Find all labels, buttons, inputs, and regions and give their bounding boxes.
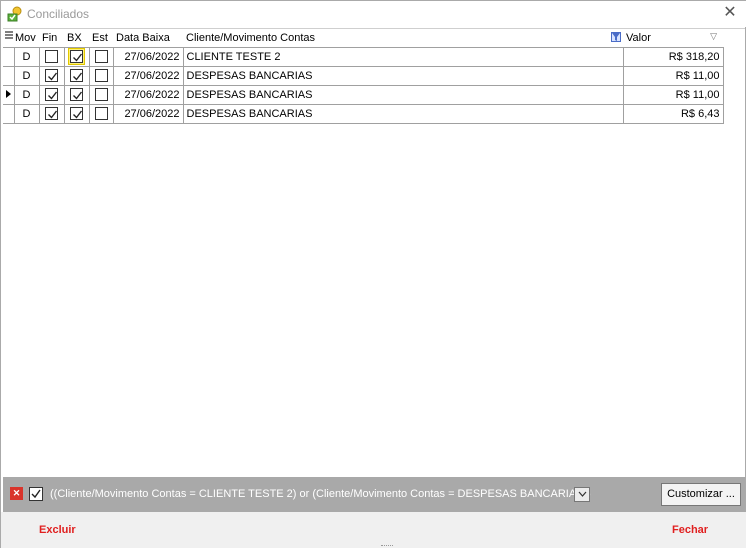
column-chooser-icon[interactable] xyxy=(3,29,14,48)
column-filter-icon[interactable] xyxy=(611,32,621,42)
results-grid[interactable]: Mov Fin BX Est Data Baixa Cliente/Movime… xyxy=(3,28,745,477)
header-row: Mov Fin BX Est Data Baixa Cliente/Movime… xyxy=(3,29,723,48)
column-header-valor-label: Valor xyxy=(626,31,651,44)
current-row-arrow-icon xyxy=(5,89,11,98)
table-row[interactable]: D 27/06/2022 DESPESAS BANCARIAS R$ 6,43 xyxy=(3,103,724,124)
title-bar: Conciliados ✕ xyxy=(1,1,746,27)
cell-data-baixa[interactable]: 27/06/2022 xyxy=(112,84,184,105)
column-header-cliente[interactable]: Cliente/Movimento Contas xyxy=(183,29,623,48)
cell-mov[interactable]: D xyxy=(13,103,40,124)
cell-est[interactable] xyxy=(88,46,114,67)
fin-checkbox[interactable] xyxy=(45,88,58,101)
close-icon[interactable]: ✕ xyxy=(721,4,739,22)
column-header-fin[interactable]: Fin xyxy=(39,29,64,48)
filter-bar: ✕ ((Cliente/Movimento Contas = CLIENTE T… xyxy=(3,477,745,512)
cell-est[interactable] xyxy=(88,84,114,105)
fin-checkbox[interactable] xyxy=(45,69,58,82)
cell-valor[interactable]: R$ 11,00 xyxy=(622,65,724,86)
window-title: Conciliados xyxy=(27,7,90,21)
cell-valor[interactable]: R$ 11,00 xyxy=(622,84,724,105)
cell-data-baixa[interactable]: 27/06/2022 xyxy=(112,46,184,67)
cell-data-baixa[interactable]: 27/06/2022 xyxy=(112,103,184,124)
cell-cliente[interactable]: DESPESAS BANCARIAS xyxy=(182,103,624,124)
cell-fin[interactable] xyxy=(38,46,65,67)
filter-history-dropdown-icon[interactable] xyxy=(574,487,590,502)
cell-bx[interactable] xyxy=(63,103,90,124)
table-row[interactable]: D 27/06/2022 DESPESAS BANCARIAS R$ 11,00 xyxy=(3,84,724,105)
column-header-data-baixa[interactable]: Data Baixa xyxy=(113,29,183,48)
focused-cell-highlight xyxy=(68,48,85,65)
row-indicator[interactable] xyxy=(3,46,15,67)
fin-checkbox[interactable] xyxy=(45,50,58,63)
row-indicator[interactable] xyxy=(3,84,15,105)
excluir-button[interactable]: Excluir xyxy=(39,524,76,536)
cell-fin[interactable] xyxy=(38,103,65,124)
cell-data-baixa[interactable]: 27/06/2022 xyxy=(112,65,184,86)
column-header-valor[interactable]: Valor ▽ xyxy=(623,29,723,48)
bx-checkbox[interactable] xyxy=(70,50,83,63)
row-indicator[interactable] xyxy=(3,103,15,124)
footer-bar: Excluir Fechar xyxy=(1,512,746,548)
cell-bx[interactable] xyxy=(63,84,90,105)
bx-checkbox[interactable] xyxy=(70,88,83,101)
cell-fin[interactable] xyxy=(38,65,65,86)
column-header-est[interactable]: Est xyxy=(89,29,113,48)
est-checkbox[interactable] xyxy=(94,69,108,82)
column-header-mov[interactable]: Mov xyxy=(14,29,39,48)
customize-filter-button[interactable]: Customizar ... xyxy=(661,483,741,506)
cell-est[interactable] xyxy=(88,103,114,124)
column-header-cliente-label: Cliente/Movimento Contas xyxy=(186,31,316,44)
filter-expression[interactable]: ((Cliente/Movimento Contas = CLIENTE TES… xyxy=(50,488,591,500)
est-checkbox[interactable] xyxy=(94,88,108,101)
est-checkbox[interactable] xyxy=(94,107,108,120)
cell-bx[interactable] xyxy=(63,46,90,67)
filter-enabled-checkbox[interactable] xyxy=(29,487,43,501)
fin-checkbox[interactable] xyxy=(45,107,58,120)
bx-checkbox[interactable] xyxy=(70,107,83,120)
est-checkbox[interactable] xyxy=(94,50,108,63)
table-row[interactable]: D 27/06/2022 CLIENTE TESTE 2 R$ 318,20 xyxy=(3,46,724,67)
cell-valor[interactable]: R$ 318,20 xyxy=(622,46,724,67)
cell-mov[interactable]: D xyxy=(13,84,40,105)
cell-cliente[interactable]: CLIENTE TESTE 2 xyxy=(182,46,624,67)
cell-bx[interactable] xyxy=(63,65,90,86)
cell-mov[interactable]: D xyxy=(13,65,40,86)
app-icon xyxy=(7,6,22,22)
column-header-bx[interactable]: BX xyxy=(64,29,89,48)
clear-filter-icon[interactable]: ✕ xyxy=(10,487,23,500)
conciliados-window: Conciliados ✕ Mov Fin BX Est Data Baixa … xyxy=(0,0,746,548)
cell-cliente[interactable]: DESPESAS BANCARIAS xyxy=(182,84,624,105)
cell-valor[interactable]: R$ 6,43 xyxy=(622,103,724,124)
table-row[interactable]: D 27/06/2022 DESPESAS BANCARIAS R$ 11,00 xyxy=(3,65,724,86)
cell-est[interactable] xyxy=(88,65,114,86)
bx-checkbox[interactable] xyxy=(70,69,83,82)
cell-mov[interactable]: D xyxy=(13,46,40,67)
cell-cliente[interactable]: DESPESAS BANCARIAS xyxy=(182,65,624,86)
sort-down-icon[interactable]: ▽ xyxy=(710,31,717,42)
fechar-button[interactable]: Fechar xyxy=(672,524,708,536)
cell-fin[interactable] xyxy=(38,84,65,105)
conciliados-table: Mov Fin BX Est Data Baixa Cliente/Movime… xyxy=(3,29,724,124)
row-indicator[interactable] xyxy=(3,65,15,86)
